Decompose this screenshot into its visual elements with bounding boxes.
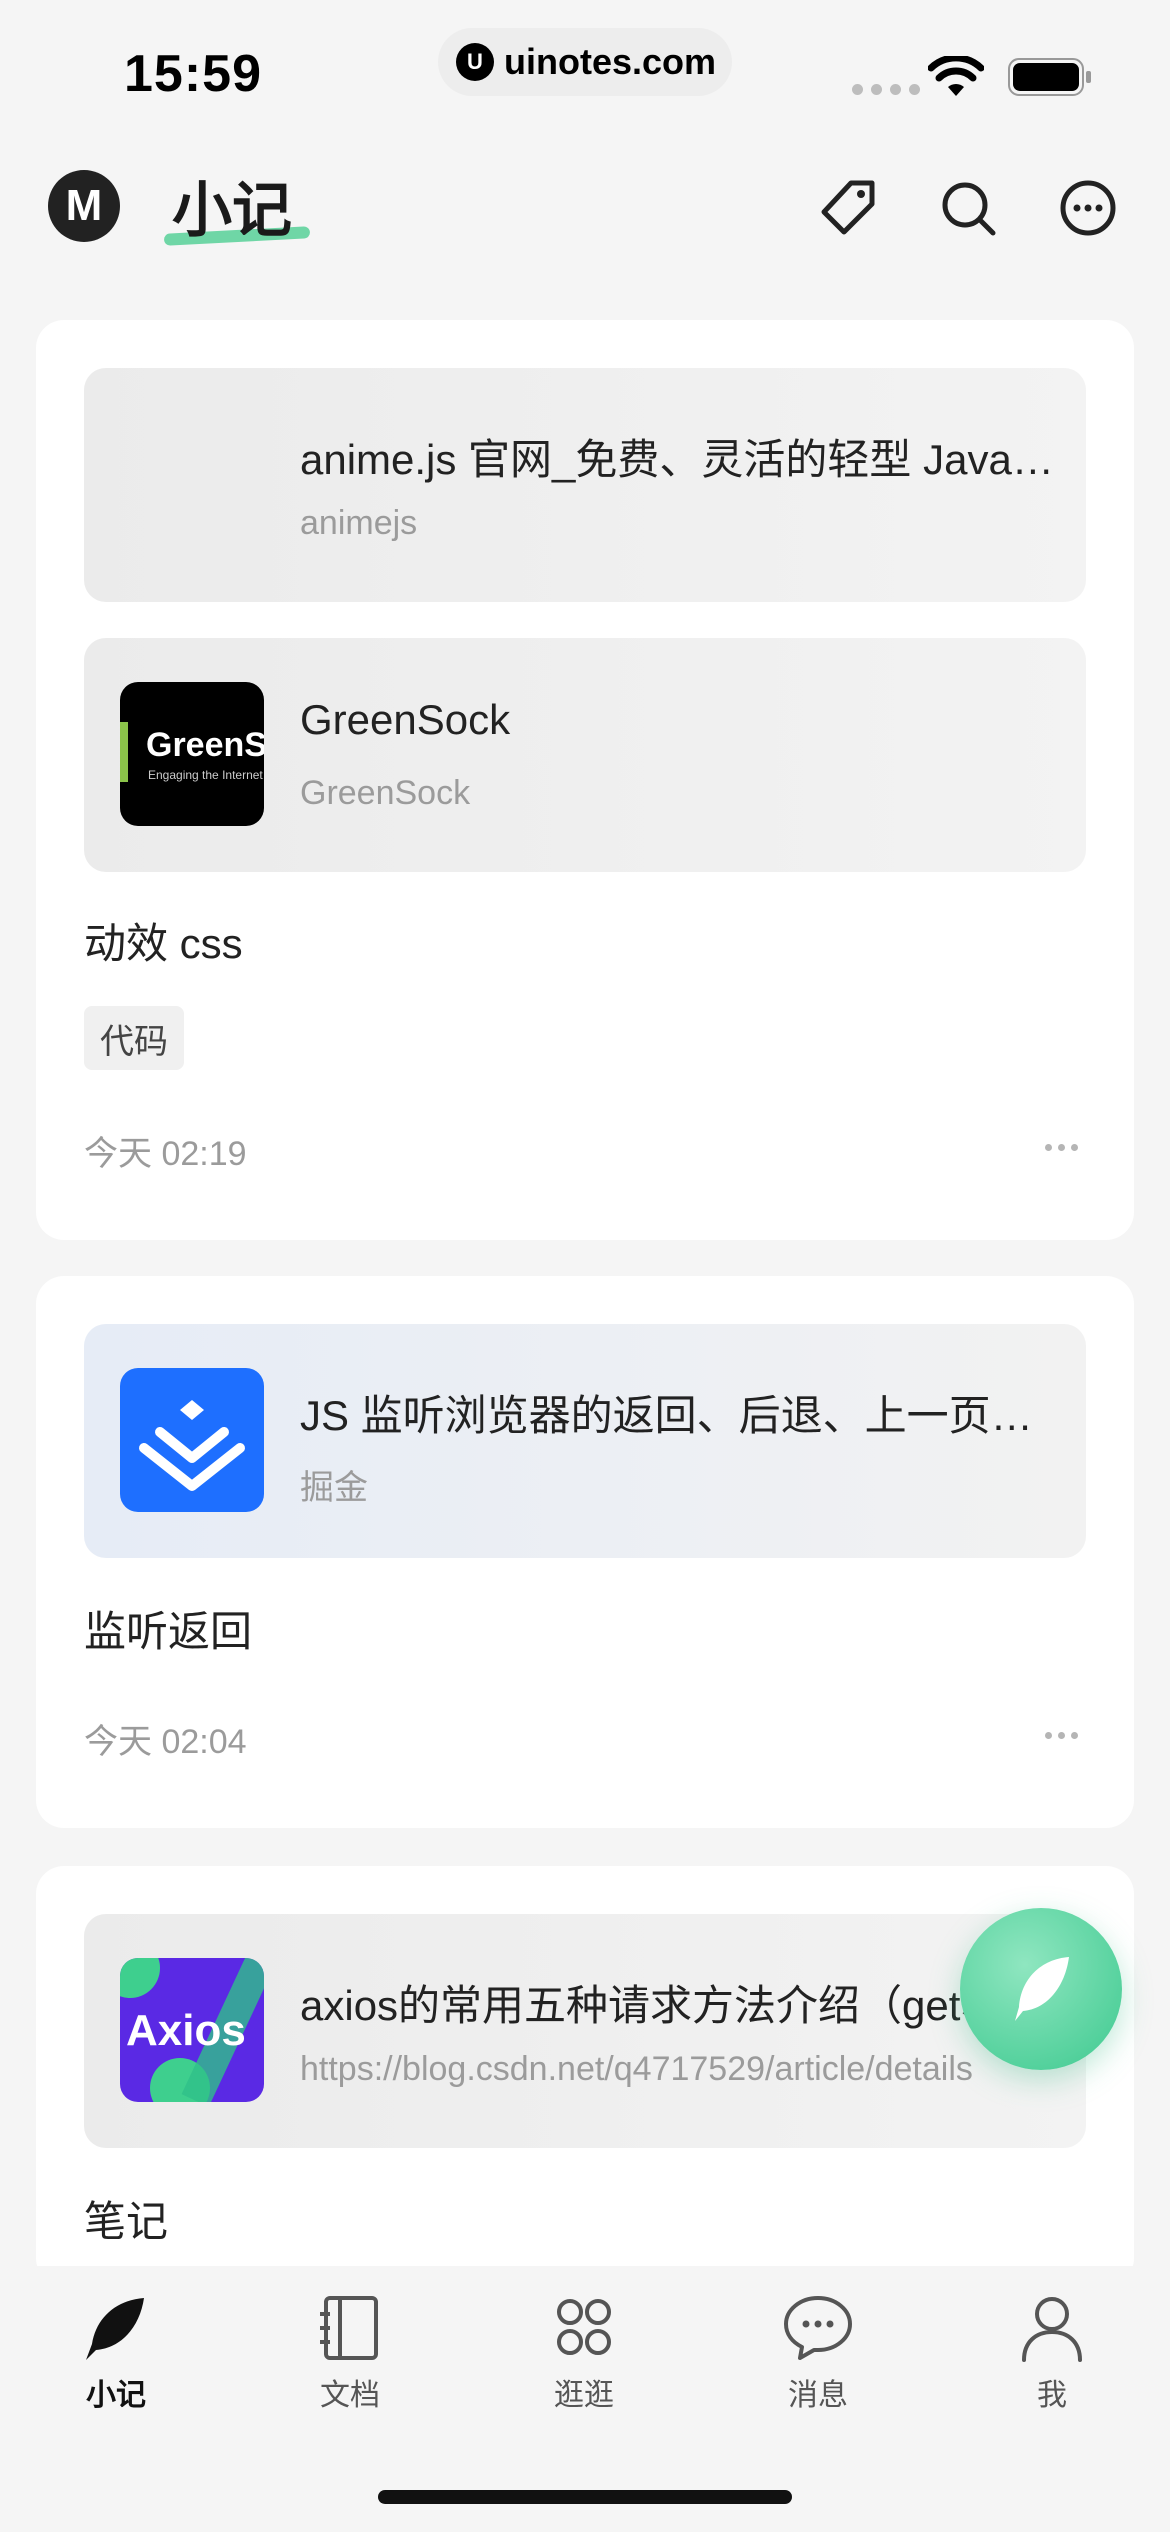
link-title: anime.js 官网_免费、灵活的轻型 JavaScript 动画库 [300, 436, 1060, 483]
greensock-thumbnail: GreenSock Engaging the Internet [120, 682, 264, 826]
app-header: M 小记 [0, 150, 1170, 260]
url-text: uinotes.com [504, 41, 717, 82]
note-time: 今天 02:19 [84, 1135, 247, 1173]
note-card[interactable]: Axios axios的常用五种请求方法介绍（get、post） https:/… [36, 1866, 1134, 2286]
link-source: animejs [300, 504, 418, 542]
link-title: axios的常用五种请求方法介绍（get、post） [300, 1982, 1060, 2029]
greensock-logo-text: GreenSock [146, 726, 264, 764]
new-note-button[interactable] [960, 1908, 1122, 2070]
status-bar: 15:59 U uinotes.com [0, 0, 1170, 140]
status-time: 15:59 [124, 45, 262, 103]
tab-docs[interactable]: 文档 [270, 2292, 430, 2414]
link-preview[interactable]: GreenSock Engaging the Internet GreenSoc… [84, 638, 1086, 872]
url-pill[interactable]: U uinotes.com [438, 28, 732, 96]
greensock-logo-sub: Engaging the Internet [148, 768, 263, 782]
link-thumbnail [120, 412, 264, 556]
tab-label: 逛逛 [554, 2379, 614, 2412]
signal-icon [852, 84, 920, 95]
tab-label: 我 [1037, 2379, 1067, 2412]
search-button[interactable] [936, 176, 1000, 240]
note-card[interactable]: anime.js 官网_免费、灵活的轻型 JavaScript 动画库 anim… [36, 320, 1134, 1240]
note-text: 笔记 [84, 2198, 169, 2245]
juejin-logo-icon [139, 1400, 245, 1491]
grid-icon [557, 2299, 611, 2355]
tab-me[interactable]: 我 [972, 2292, 1132, 2414]
page-title-wrap: 小记 [163, 162, 311, 249]
link-preview[interactable]: Axios axios的常用五种请求方法介绍（get、post） https:/… [84, 1914, 1086, 2148]
more-circle-icon [1060, 180, 1116, 236]
link-source: https://blog.csdn.net/q4717529/article/d… [300, 2050, 973, 2088]
link-source: GreenSock [300, 774, 471, 812]
home-indicator [378, 2490, 792, 2504]
link-preview[interactable]: anime.js 官网_免费、灵活的轻型 JavaScript 动画库 anim… [84, 368, 1086, 602]
tab-messages[interactable]: 消息 [738, 2292, 898, 2414]
note-tag[interactable]: 代码 [84, 1006, 184, 1070]
note-text: 监听返回 [84, 1608, 253, 1655]
quill-icon [1015, 1957, 1069, 2021]
note-time: 今天 02:04 [84, 1723, 247, 1761]
app-logo[interactable]: M [48, 170, 120, 242]
person-icon [1022, 2297, 1082, 2362]
wifi-icon [928, 56, 984, 96]
note-more-icon[interactable] [1045, 1144, 1078, 1151]
note-more-icon[interactable] [1045, 1732, 1078, 1739]
tab-label: 消息 [788, 2379, 848, 2412]
chat-icon [784, 2296, 852, 2360]
notebook-icon [320, 2296, 378, 2360]
link-source: 掘金 [300, 1469, 368, 1507]
link-preview[interactable]: JS 监听浏览器的返回、后退、上一页操作 掘金 [84, 1324, 1086, 1558]
tab-explore[interactable]: 逛逛 [504, 2292, 664, 2414]
axios-logo-text: Axios [126, 2006, 246, 2055]
link-title: GreenSock [300, 696, 511, 743]
more-button[interactable] [1056, 176, 1120, 240]
axios-thumbnail: Axios [120, 1958, 264, 2102]
juejin-thumbnail [120, 1368, 264, 1512]
search-icon [942, 182, 996, 236]
tab-label: 文档 [320, 2379, 380, 2412]
tab-notes[interactable]: 小记 [36, 2292, 196, 2414]
greensock-mascot [120, 722, 128, 782]
tag-icon [821, 180, 875, 235]
tag-button[interactable] [816, 176, 880, 240]
site-logo-icon: U [456, 43, 494, 81]
quill-icon [86, 2298, 144, 2360]
note-card[interactable]: JS 监听浏览器的返回、后退、上一页操作 掘金 监听返回 今天 02:04 [36, 1276, 1134, 1828]
link-title: JS 监听浏览器的返回、后退、上一页操作 [300, 1392, 1060, 1439]
page-title: 小记 [172, 177, 292, 244]
note-text: 动效 css [84, 920, 243, 967]
battery-icon [1008, 58, 1091, 96]
tab-label: 小记 [86, 2379, 146, 2412]
